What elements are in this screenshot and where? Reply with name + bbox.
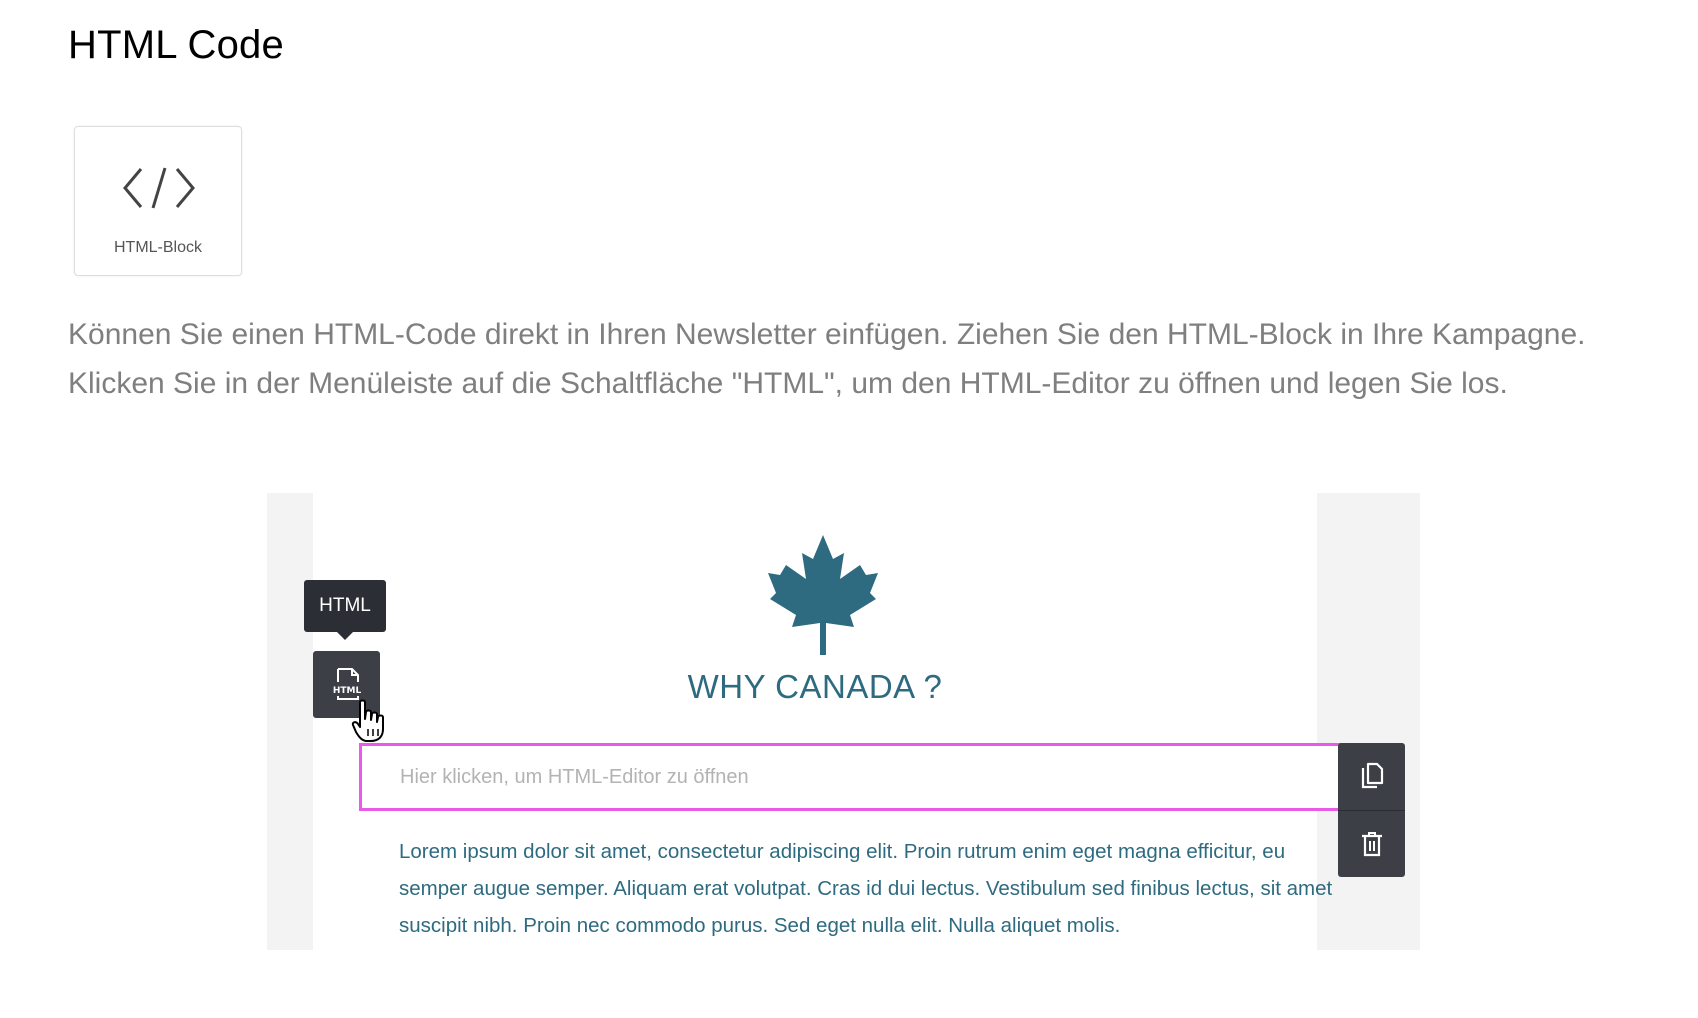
pointer-cursor-icon [351, 699, 384, 742]
delete-button[interactable] [1338, 811, 1405, 877]
code-icon [123, 167, 195, 209]
html-tooltip: HTML [304, 580, 386, 640]
html-block-card[interactable]: HTML-Block [74, 126, 242, 276]
maple-leaf-icon [768, 535, 878, 655]
newsletter-headline: WHY CANADA ? [687, 668, 943, 705]
newsletter-editor: WHY CANADA ? Hier klicken, um HTML-Edito… [267, 493, 1420, 950]
email-canvas: WHY CANADA ? Hier klicken, um HTML-Edito… [313, 493, 1363, 950]
html-file-icon: HTML [333, 668, 362, 700]
page-title: HTML Code [68, 23, 284, 67]
html-block-placeholder[interactable]: Hier klicken, um HTML-Editor zu öffnen [359, 743, 1363, 811]
description-text: Können Sie einen HTML-Code direkt in Ihr… [68, 318, 1586, 400]
trash-icon [1362, 832, 1382, 857]
block-side-toolbar [1338, 743, 1405, 877]
duplicate-button[interactable] [1338, 743, 1405, 811]
block-label: HTML-Block [113, 239, 202, 256]
svg-text:HTML: HTML [333, 686, 362, 696]
newsletter-body-text: Lorem ipsum dolor sit amet, consectetur … [399, 840, 1333, 937]
copy-icon [1361, 762, 1384, 789]
html-editor-placeholder: Hier klicken, um HTML-Editor zu öffnen [400, 766, 749, 788]
